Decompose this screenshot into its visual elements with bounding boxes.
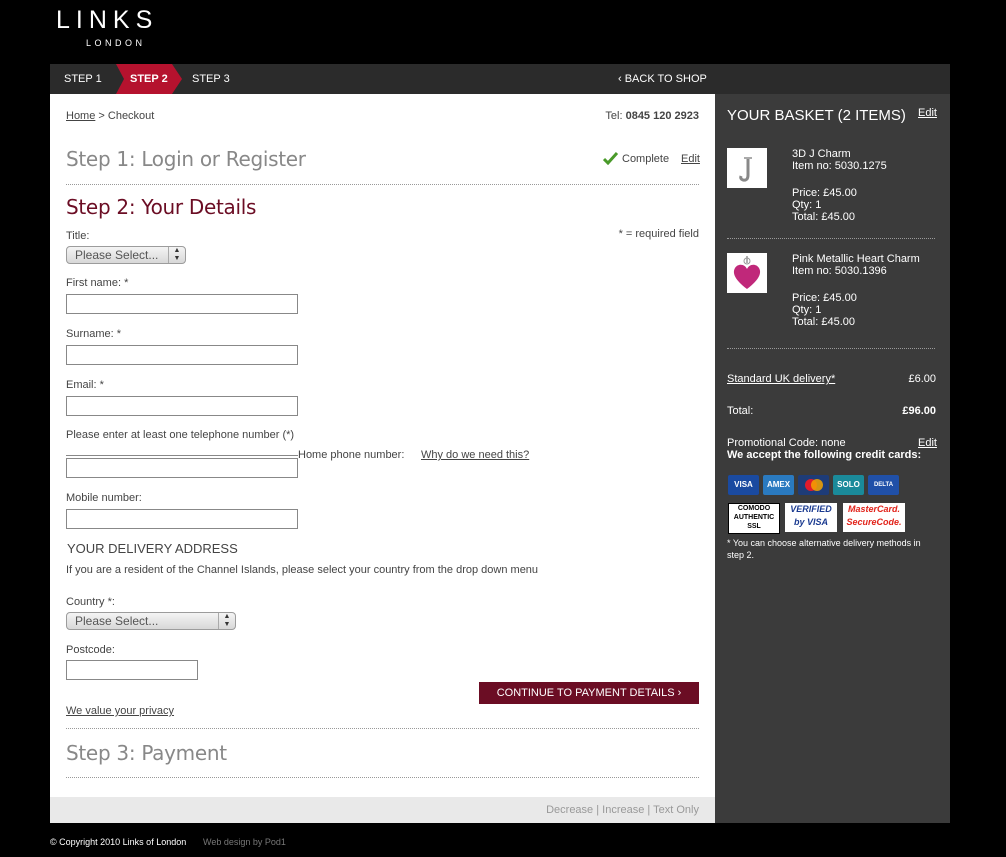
- title-select[interactable]: Please Select... ▲ ▼: [66, 246, 186, 264]
- email-field[interactable]: [66, 396, 298, 416]
- logo-subtitle: LONDON: [86, 38, 146, 48]
- step-1-tab[interactable]: STEP 1: [64, 64, 102, 94]
- select-arrows-icon: ▲ ▼: [218, 613, 235, 629]
- total-label: Total:: [727, 405, 754, 417]
- why-need-this-link[interactable]: Why do we need this?: [421, 449, 529, 461]
- title-label: Title:: [66, 230, 90, 242]
- select-arrows-icon: ▲ ▼: [168, 247, 185, 263]
- solo-card-icon: SOLO: [833, 475, 864, 495]
- step-2-tab-active: STEP 2: [116, 64, 182, 94]
- product-thumbnail[interactable]: [727, 253, 767, 293]
- item-name[interactable]: Pink Metallic Heart Charm: [792, 253, 920, 265]
- breadcrumb-current: > Checkout: [95, 110, 155, 122]
- phone-note: Please enter at least one telephone numb…: [66, 429, 295, 441]
- decrease-text-link[interactable]: Decrease: [546, 804, 593, 816]
- checkout-main-panel: Home > Checkout Tel: 0845 120 2923 Step …: [50, 94, 715, 823]
- logo-text[interactable]: LINKS: [56, 6, 158, 35]
- mastercard-circles-icon: [805, 479, 823, 491]
- heart-charm-image: [733, 256, 761, 289]
- item-qty: Qty: 1: [792, 199, 822, 211]
- item-qty: Qty: 1: [792, 304, 822, 316]
- breadcrumb-home-link[interactable]: Home: [66, 110, 95, 122]
- delivery-note: If you are a resident of the Channel Isl…: [66, 564, 539, 576]
- separator: |: [593, 804, 603, 816]
- text-size-controls: Decrease | Increase | Text Only: [546, 804, 699, 816]
- item-number: Item no: 5030.1275: [792, 160, 887, 172]
- tel-label: Tel:: [605, 110, 626, 122]
- j-charm-image: [739, 157, 752, 182]
- delivery-address-heading: YOUR DELIVERY ADDRESS: [67, 541, 238, 556]
- mobile-field[interactable]: [66, 509, 298, 529]
- delivery-value: £6.00: [908, 373, 936, 385]
- step-1-title: Step 1: Login or Register: [66, 147, 306, 171]
- mastercard-icon: [798, 475, 829, 495]
- privacy-link[interactable]: We value your privacy: [66, 705, 174, 717]
- step-1-edit-link[interactable]: Edit: [681, 153, 700, 165]
- step-3-title: Step 3: Payment: [66, 741, 227, 765]
- mastercard-securecode-badge[interactable]: MasterCard. SecureCode.: [843, 503, 905, 532]
- divider: [727, 238, 935, 239]
- mobile-label: Mobile number:: [66, 492, 142, 504]
- basket-edit-link[interactable]: Edit: [918, 107, 937, 119]
- required-note: * = required field: [618, 228, 699, 240]
- comodo-ssl-badge[interactable]: COMODO AUTHENTIC SSL: [728, 503, 780, 534]
- delta-card-icon: DELTA: [868, 475, 899, 495]
- item-price: Price: £45.00: [792, 292, 857, 304]
- country-select[interactable]: Please Select... ▲ ▼: [66, 612, 236, 630]
- step-1-status: Complete: [622, 153, 670, 165]
- item-total: Total: £45.00: [792, 211, 855, 223]
- continue-to-payment-button[interactable]: CONTINUE TO PAYMENT DETAILS ›: [479, 682, 699, 704]
- postcode-label: Postcode:: [66, 644, 115, 656]
- text-size-bar: Decrease | Increase | Text Only: [50, 797, 715, 823]
- increase-text-link[interactable]: Increase: [602, 804, 644, 816]
- copyright: © Copyright 2010 Links of London: [50, 837, 187, 847]
- surname-field[interactable]: [66, 345, 298, 365]
- verified-by-visa-badge[interactable]: VERIFIED by VISA: [785, 503, 837, 532]
- amex-card-icon: AMEX: [763, 475, 794, 495]
- step-2-title: Step 2: Your Details: [66, 195, 257, 219]
- telephone: Tel: 0845 120 2923: [605, 110, 699, 122]
- web-design-credit[interactable]: Web design by Pod1: [203, 837, 286, 847]
- step-2-label: STEP 2: [130, 73, 168, 85]
- divider: [66, 455, 298, 456]
- home-phone-field[interactable]: [66, 458, 298, 478]
- text-only-link[interactable]: Text Only: [653, 804, 699, 816]
- checkout-step-bar: STEP 1 STEP 2 STEP 3 ‹ BACK TO SHOP: [50, 64, 950, 94]
- item-price: Price: £45.00: [792, 187, 857, 199]
- divider: [66, 728, 699, 729]
- separator: |: [644, 804, 654, 816]
- surname-label: Surname: *: [66, 328, 122, 340]
- delivery-footnote: * You can choose alternative delivery me…: [727, 538, 921, 560]
- cards-heading: We accept the following credit cards:: [727, 449, 922, 461]
- item-number: Item no: 5030.1396: [792, 265, 887, 277]
- total-value: £96.00: [902, 405, 936, 417]
- breadcrumb: Home > Checkout: [66, 110, 154, 122]
- checkmark-icon: [603, 152, 618, 165]
- email-label: Email: *: [66, 379, 104, 391]
- delivery-link[interactable]: Standard UK delivery*: [727, 373, 835, 385]
- tel-number: 0845 120 2923: [625, 110, 699, 122]
- product-thumbnail[interactable]: [727, 148, 767, 188]
- postcode-field[interactable]: [66, 660, 198, 680]
- divider: [66, 777, 699, 778]
- title-select-value: Please Select...: [75, 248, 159, 262]
- back-to-shop-link[interactable]: ‹ BACK TO SHOP: [618, 64, 707, 94]
- first-name-label: First name: *: [66, 277, 129, 289]
- step-3-tab[interactable]: STEP 3: [192, 64, 230, 94]
- visa-card-icon: VISA: [728, 475, 759, 495]
- divider: [66, 184, 699, 185]
- basket-sidebar: YOUR BASKET (2 ITEMS) Edit 3D J Charm It…: [715, 94, 950, 823]
- home-phone-label: Home phone number:: [298, 449, 405, 461]
- divider: [727, 348, 935, 349]
- item-name[interactable]: 3D J Charm: [792, 148, 851, 160]
- first-name-field[interactable]: [66, 294, 298, 314]
- promo-edit-link[interactable]: Edit: [918, 437, 937, 449]
- country-label: Country *:: [66, 596, 115, 608]
- country-select-value: Please Select...: [75, 614, 159, 628]
- promo-code: Promotional Code: none: [727, 437, 846, 449]
- basket-title: YOUR BASKET (2 ITEMS): [727, 107, 906, 124]
- item-total: Total: £45.00: [792, 316, 855, 328]
